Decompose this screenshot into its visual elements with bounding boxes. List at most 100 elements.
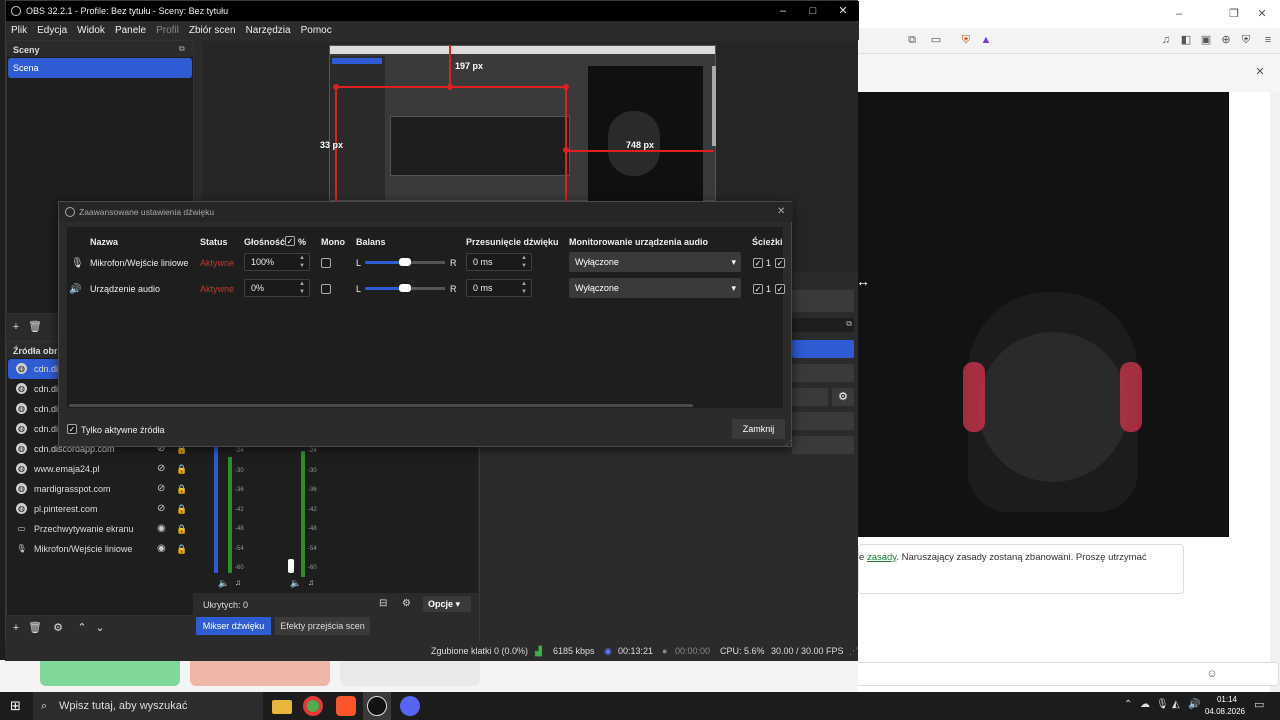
undock-icon[interactable]: ⧉ xyxy=(179,44,185,54)
source-item[interactable]: ◍ pl.pinterest.com ⊘ 🔒 xyxy=(10,499,196,519)
trash-icon[interactable]: 🗑 xyxy=(27,319,43,335)
volume-icon[interactable]: 🔊 xyxy=(1188,699,1200,710)
spin-arrows-icon[interactable]: ▲ ▼ xyxy=(519,254,529,270)
taskbar-search[interactable]: ⌕ Wpisz tutaj, aby wyszukać xyxy=(33,692,263,720)
speaker-icon[interactable]: 🔈 xyxy=(290,578,301,589)
wallet-icon[interactable]: ▣ xyxy=(1200,34,1212,46)
source-item[interactable]: ▭ Przechwytywanie ekranu ◉ 🔒 xyxy=(10,519,196,539)
restore-icon[interactable]: ❐ xyxy=(1228,8,1240,20)
source-item[interactable]: 🎙 Mikrofon/Wejście liniowe ◉ 🔒 xyxy=(10,539,196,559)
obs-taskbar-active[interactable] xyxy=(363,692,391,720)
menu-profil[interactable]: Profil xyxy=(151,21,184,36)
gear-icon[interactable]: ⚙ xyxy=(402,598,411,609)
extensions-icon[interactable]: ⊕ xyxy=(1220,34,1232,46)
trash-icon[interactable]: 🗑 xyxy=(27,620,43,636)
headphones-icon[interactable]: ♫ xyxy=(235,578,241,587)
settings-button[interactable] xyxy=(792,436,854,454)
menu-pomoc[interactable]: Pomoc xyxy=(296,21,337,36)
headphones-icon[interactable]: ♫ xyxy=(308,578,314,587)
menu-narzedzia[interactable]: Narzędzia xyxy=(241,21,296,36)
studio-mode-button[interactable] xyxy=(792,412,854,430)
sync-offset-input[interactable]: 0 ms ▲ ▼ xyxy=(466,253,532,271)
eye-hidden-icon[interactable]: ⊘ xyxy=(157,499,165,519)
start-stream-button[interactable] xyxy=(792,340,854,358)
sidebar-icon[interactable]: ◧ xyxy=(1180,34,1192,46)
monitoring-select[interactable]: Wyłączone ▾ xyxy=(569,278,741,298)
source-item[interactable]: ◍ mardigrasspot.com ⊘ 🔒 xyxy=(10,479,196,499)
menu-panele[interactable]: Panele xyxy=(110,21,151,36)
tab-audio-mixer[interactable]: Mikser dźwięku xyxy=(196,617,271,635)
menu-edycja[interactable]: Edycja xyxy=(32,21,72,36)
close-icon[interactable]: ✕ xyxy=(1256,8,1268,20)
wifi-icon[interactable]: ◭ xyxy=(1172,699,1180,710)
start-record-button[interactable] xyxy=(792,364,854,382)
track-checkbox[interactable]: ✓ xyxy=(775,258,785,268)
microphone-icon[interactable]: 🎙 xyxy=(1156,699,1169,710)
lock-icon[interactable]: 🔒 xyxy=(176,459,187,479)
network-icon[interactable]: ☁ xyxy=(1140,699,1150,710)
monitoring-select[interactable]: Wyłączone ▾ xyxy=(569,252,741,272)
spin-arrows-icon[interactable]: ▲ ▼ xyxy=(519,280,529,296)
maximize-icon[interactable]: □ xyxy=(798,1,828,21)
file-explorer-icon[interactable] xyxy=(272,700,292,714)
track-checkbox[interactable]: ✓ xyxy=(753,258,763,268)
clock-date[interactable]: 04.08.2026 xyxy=(1202,707,1248,716)
move-up-icon[interactable]: ⌃ xyxy=(74,620,90,636)
lock-icon[interactable]: 🔒 xyxy=(176,479,187,499)
volume-input[interactable]: 100% ▲ ▼ xyxy=(244,253,310,271)
options-dropdown[interactable]: Opcje ▾ xyxy=(423,596,471,612)
add-icon[interactable]: + xyxy=(8,620,24,636)
minimize-icon[interactable]: – xyxy=(768,1,798,21)
horizontal-scrollbar[interactable] xyxy=(69,404,693,407)
virtual-camera-button[interactable] xyxy=(792,388,828,406)
scrollbar[interactable] xyxy=(1270,92,1280,692)
music-icon[interactable]: ♫ xyxy=(1160,34,1172,46)
notifications-icon[interactable]: ▭ xyxy=(1254,698,1264,711)
eye-hidden-icon[interactable]: ⊘ xyxy=(157,459,165,479)
track-checkbox[interactable]: ✓ xyxy=(775,284,785,294)
screen-icon[interactable]: ▭ xyxy=(930,34,942,46)
eye-hidden-icon[interactable]: ⊘ xyxy=(157,479,165,499)
source-item[interactable]: ◍ www.emaja24.pl ⊘ 🔒 xyxy=(10,459,196,479)
layout-icon[interactable]: ⊟ xyxy=(379,598,387,609)
resize-grip-icon[interactable]: ⋰ xyxy=(785,439,792,447)
balance-slider-knob[interactable] xyxy=(399,258,411,266)
close-icon[interactable]: ✕ xyxy=(828,1,858,21)
track-checkbox[interactable]: ✓ xyxy=(753,284,763,294)
dock-tab[interactable] xyxy=(790,290,854,312)
close-button[interactable]: Zamknij xyxy=(732,419,785,439)
spin-arrows-icon[interactable]: ▲ ▼ xyxy=(297,280,307,296)
add-icon[interactable]: + xyxy=(8,319,24,335)
move-down-icon[interactable]: ⌄ xyxy=(92,620,108,636)
menu-plik[interactable]: Plik xyxy=(6,21,32,36)
discord-icon[interactable] xyxy=(400,696,420,716)
gear-icon[interactable]: ⚙ xyxy=(50,620,66,636)
clock-time[interactable]: 01:14 xyxy=(1212,695,1242,704)
volume-input[interactable]: 0% ▲ ▼ xyxy=(244,279,310,297)
vpn-icon[interactable]: ⛨ xyxy=(1240,34,1252,46)
lock-icon[interactable]: 🔒 xyxy=(176,499,187,519)
brave-icon[interactable] xyxy=(336,696,356,716)
close-icon[interactable]: ✕ xyxy=(1254,66,1266,78)
spin-arrows-icon[interactable]: ▲ ▼ xyxy=(297,254,307,270)
mono-checkbox[interactable] xyxy=(321,284,331,294)
sync-offset-input[interactable]: 0 ms ▲ ▼ xyxy=(466,279,532,297)
percent-checkbox[interactable]: ✓ xyxy=(285,236,295,246)
close-icon[interactable]: ✕ xyxy=(777,202,785,222)
menu-widok[interactable]: Widok xyxy=(72,21,110,36)
mono-checkbox[interactable] xyxy=(321,258,331,268)
minimize-icon[interactable]: – xyxy=(1173,8,1185,20)
windows-start-icon[interactable]: ⊞ xyxy=(10,698,21,714)
eye-icon[interactable]: ◉ xyxy=(157,539,166,559)
virtual-camera-settings-button[interactable]: ⚙ xyxy=(832,388,854,406)
balance-slider-knob[interactable] xyxy=(399,284,411,292)
emoji-icon[interactable]: ☺ xyxy=(1206,668,1218,680)
volume-fader-knob[interactable] xyxy=(288,559,294,573)
tab-scene-transitions[interactable]: Efekty przejścia scen xyxy=(275,617,370,635)
lock-icon[interactable]: 🔒 xyxy=(176,539,187,559)
menu-zbior-scen[interactable]: Zbiór scen xyxy=(184,21,241,36)
brave-shield-icon[interactable]: ⛨ xyxy=(960,34,972,46)
undock-icon[interactable]: ⧉ xyxy=(846,319,852,329)
lock-icon[interactable]: 🔒 xyxy=(176,519,187,539)
speaker-icon[interactable]: 🔈 xyxy=(218,578,229,589)
